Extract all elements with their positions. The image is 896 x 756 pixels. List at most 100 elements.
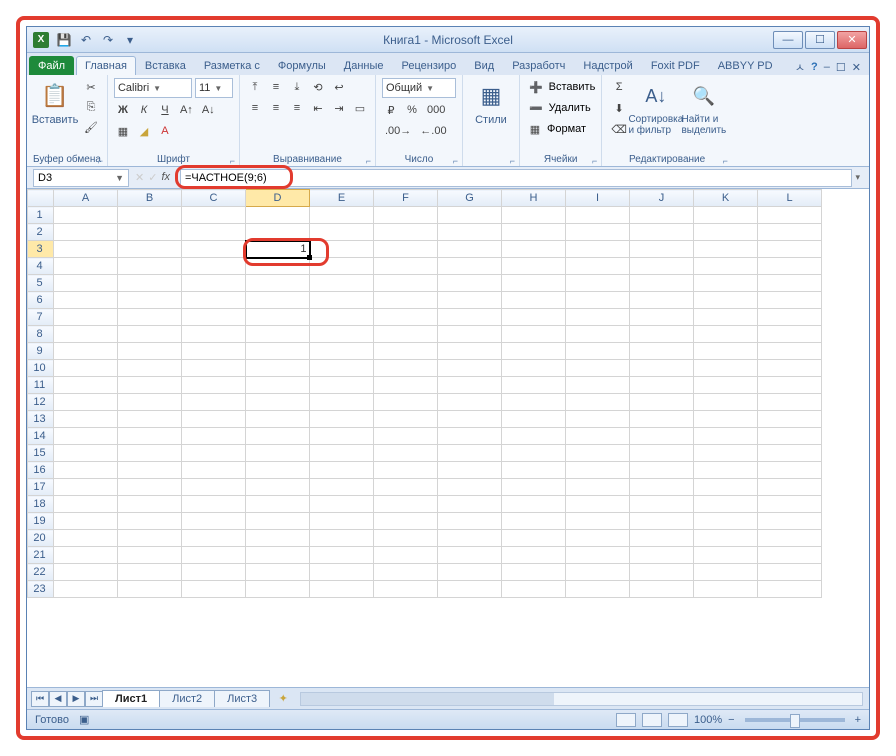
cell-D21[interactable] xyxy=(246,547,310,564)
cell-E9[interactable] xyxy=(310,343,374,360)
increase-decimal-icon[interactable]: .00→ xyxy=(382,122,414,140)
cell-A11[interactable] xyxy=(54,377,118,394)
enter-formula-icon[interactable]: ✓ xyxy=(148,171,157,184)
cell-D5[interactable] xyxy=(246,275,310,292)
cell-D4[interactable] xyxy=(246,258,310,275)
row-header-19[interactable]: 19 xyxy=(28,513,54,530)
cell-F6[interactable] xyxy=(374,292,438,309)
cell-K2[interactable] xyxy=(694,224,758,241)
cell-E17[interactable] xyxy=(310,479,374,496)
cell-C20[interactable] xyxy=(182,530,246,547)
zoom-out-icon[interactable]: − xyxy=(728,714,734,726)
row-header-14[interactable]: 14 xyxy=(28,428,54,445)
cell-B1[interactable] xyxy=(118,207,182,224)
cell-L12[interactable] xyxy=(758,394,822,411)
cell-C12[interactable] xyxy=(182,394,246,411)
row-header-18[interactable]: 18 xyxy=(28,496,54,513)
cell-G17[interactable] xyxy=(438,479,502,496)
cell-J21[interactable] xyxy=(630,547,694,564)
cell-A5[interactable] xyxy=(54,275,118,292)
zoom-slider[interactable] xyxy=(745,718,845,722)
cell-G11[interactable] xyxy=(438,377,502,394)
tab-foxit[interactable]: Foxit PDF xyxy=(642,56,709,75)
cell-E10[interactable] xyxy=(310,360,374,377)
cell-B12[interactable] xyxy=(118,394,182,411)
cell-D9[interactable] xyxy=(246,343,310,360)
cell-B5[interactable] xyxy=(118,275,182,292)
cell-E20[interactable] xyxy=(310,530,374,547)
cell-L14[interactable] xyxy=(758,428,822,445)
new-sheet-icon[interactable]: ✦ xyxy=(272,691,294,707)
align-center-icon[interactable]: ≡ xyxy=(267,99,285,117)
tab-developer[interactable]: Разработч xyxy=(503,56,574,75)
merge-icon[interactable]: ▭ xyxy=(351,99,369,117)
cell-F4[interactable] xyxy=(374,258,438,275)
cell-J2[interactable] xyxy=(630,224,694,241)
cell-G3[interactable] xyxy=(438,241,502,258)
cell-G1[interactable] xyxy=(438,207,502,224)
clear-icon[interactable]: ⌫ xyxy=(608,120,630,138)
cell-C9[interactable] xyxy=(182,343,246,360)
cell-D2[interactable] xyxy=(246,224,310,241)
cell-A3[interactable] xyxy=(54,241,118,258)
cell-I20[interactable] xyxy=(566,530,630,547)
formula-input[interactable]: =ЧАСТНОЕ(9;6) xyxy=(180,169,852,187)
cell-L18[interactable] xyxy=(758,496,822,513)
row-header-6[interactable]: 6 xyxy=(28,292,54,309)
cell-H6[interactable] xyxy=(502,292,566,309)
mdi-restore-icon[interactable]: ☐ xyxy=(836,61,846,74)
horizontal-scrollbar[interactable] xyxy=(300,692,863,706)
cell-D1[interactable] xyxy=(246,207,310,224)
col-header-L[interactable]: L xyxy=(758,190,822,207)
col-header-A[interactable]: A xyxy=(54,190,118,207)
row-header-13[interactable]: 13 xyxy=(28,411,54,428)
cell-J13[interactable] xyxy=(630,411,694,428)
cell-B20[interactable] xyxy=(118,530,182,547)
cell-F16[interactable] xyxy=(374,462,438,479)
cell-A23[interactable] xyxy=(54,581,118,598)
cell-C14[interactable] xyxy=(182,428,246,445)
cell-D17[interactable] xyxy=(246,479,310,496)
cell-L3[interactable] xyxy=(758,241,822,258)
cell-F22[interactable] xyxy=(374,564,438,581)
delete-cells-icon[interactable]: ➖ xyxy=(526,99,546,117)
sheet-tab-1[interactable]: Лист1 xyxy=(102,690,160,707)
cell-G14[interactable] xyxy=(438,428,502,445)
sheet-tab-3[interactable]: Лист3 xyxy=(214,690,270,707)
cell-L8[interactable] xyxy=(758,326,822,343)
cell-A8[interactable] xyxy=(54,326,118,343)
cell-H10[interactable] xyxy=(502,360,566,377)
decrease-decimal-icon[interactable]: ←.00 xyxy=(417,122,449,140)
cell-A15[interactable] xyxy=(54,445,118,462)
cell-D6[interactable] xyxy=(246,292,310,309)
row-header-7[interactable]: 7 xyxy=(28,309,54,326)
fx-icon[interactable]: fx xyxy=(161,171,170,184)
cell-H9[interactable] xyxy=(502,343,566,360)
cell-H5[interactable] xyxy=(502,275,566,292)
sheet-nav-first-icon[interactable]: ⏮ xyxy=(31,691,49,707)
row-header-9[interactable]: 9 xyxy=(28,343,54,360)
cell-J10[interactable] xyxy=(630,360,694,377)
sort-filter-button[interactable]: A↓ Сортировка и фильтр xyxy=(634,78,678,138)
decrease-indent-icon[interactable]: ⇤ xyxy=(309,99,327,117)
tab-home[interactable]: Главная xyxy=(76,56,136,75)
cell-B2[interactable] xyxy=(118,224,182,241)
cell-H19[interactable] xyxy=(502,513,566,530)
cell-I16[interactable] xyxy=(566,462,630,479)
cell-C7[interactable] xyxy=(182,309,246,326)
cell-G8[interactable] xyxy=(438,326,502,343)
cut-icon[interactable]: ✂ xyxy=(81,78,101,96)
view-normal-icon[interactable] xyxy=(616,713,636,727)
cell-D10[interactable] xyxy=(246,360,310,377)
undo-icon[interactable]: ↶ xyxy=(77,31,95,49)
cell-K5[interactable] xyxy=(694,275,758,292)
cell-B13[interactable] xyxy=(118,411,182,428)
cell-H4[interactable] xyxy=(502,258,566,275)
find-select-button[interactable]: 🔍 Найти и выделить xyxy=(682,78,726,138)
cell-A14[interactable] xyxy=(54,428,118,445)
cell-I4[interactable] xyxy=(566,258,630,275)
cell-B22[interactable] xyxy=(118,564,182,581)
cell-B15[interactable] xyxy=(118,445,182,462)
cell-K12[interactable] xyxy=(694,394,758,411)
cell-D11[interactable] xyxy=(246,377,310,394)
